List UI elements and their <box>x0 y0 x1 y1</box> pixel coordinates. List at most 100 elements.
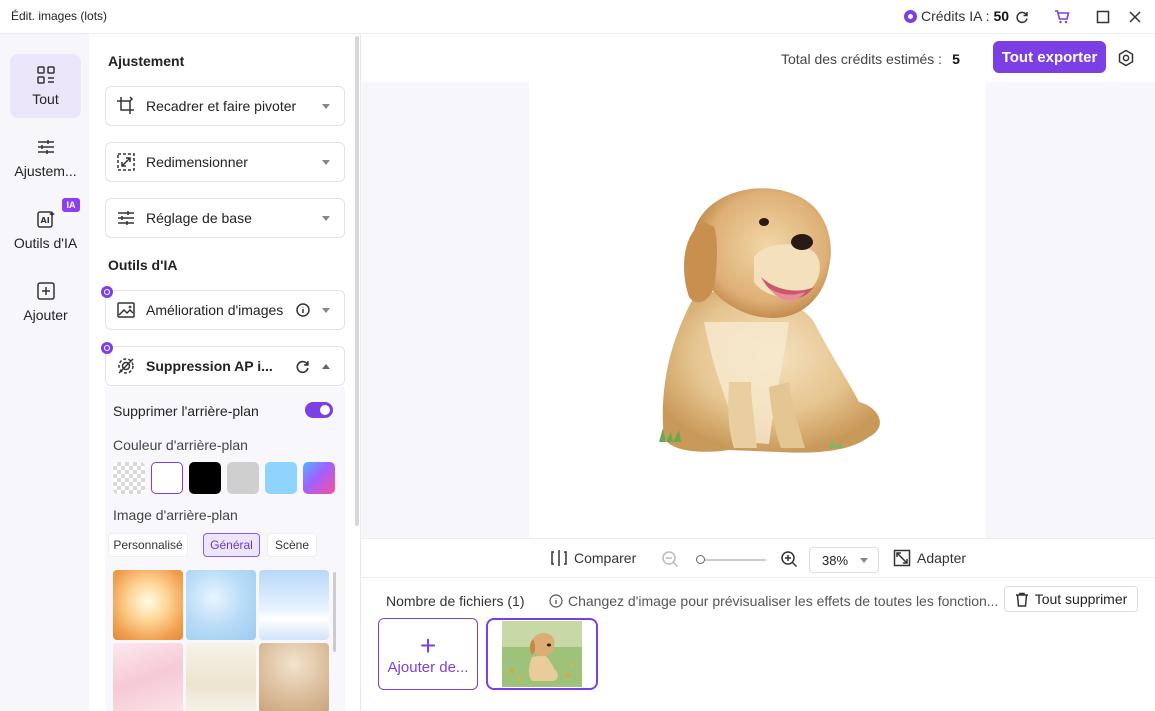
files-hint-text: Changez d'image pour prévisualiser les e… <box>568 593 999 609</box>
swatch-transparent[interactable] <box>113 462 145 494</box>
accordion-label: Redimensionner <box>146 154 248 170</box>
info-icon[interactable] <box>296 303 310 317</box>
zoom-slider-handle[interactable] <box>696 555 705 564</box>
files-bar: Nombre de fichiers (1) Changez d'image p… <box>361 578 1155 711</box>
bg-remove-options: Supprimer l'arrière-plan Couleur d'arriè… <box>105 387 345 711</box>
file-thumbnail[interactable] <box>486 618 598 690</box>
delete-all-button[interactable]: Tout supprimer <box>1004 586 1138 612</box>
export-all-button[interactable]: Tout exporter <box>993 41 1106 73</box>
estimated-credits-label: Total des crédits estimés : <box>781 51 943 67</box>
zoom-in-icon[interactable] <box>780 550 798 568</box>
left-nav: Tout Ajustem... AI Outils d'IA IA Ajoute… <box>0 34 89 711</box>
puppy-thumbnail-image <box>502 621 582 687</box>
fit-label: Adapter <box>917 550 967 566</box>
main-area: Total des crédits estimés : 5 Tout export… <box>361 34 1155 711</box>
nav-item-all[interactable]: Tout <box>10 54 81 118</box>
title-bar: Édit. images (lots) Crédits IA :50 <box>0 0 1155 34</box>
credits-label: Crédits IA : <box>921 8 990 24</box>
add-file-label: Ajouter de... <box>387 658 469 676</box>
enhance-icon <box>116 300 136 320</box>
preview-canvas <box>529 82 986 538</box>
resize-icon <box>116 152 136 172</box>
swatch-white[interactable] <box>151 462 183 494</box>
adjust-section-title: Ajustement <box>108 53 185 69</box>
nav-item-label: Outils d'IA <box>13 235 78 251</box>
nav-item-add[interactable]: Ajouter <box>10 270 81 334</box>
crop-rotate-icon <box>116 96 136 116</box>
estimated-credits: Total des crédits estimés : 5 <box>781 51 960 67</box>
credits-gem-icon <box>904 9 917 23</box>
cart-icon[interactable] <box>1052 7 1072 27</box>
swatch-gray[interactable] <box>227 462 259 494</box>
maximize-icon[interactable] <box>1093 7 1113 27</box>
nav-item-adjust[interactable]: Ajustem... <box>10 126 81 190</box>
tab-custom[interactable]: Personnalisé <box>108 533 188 557</box>
accordion-resize[interactable]: Redimensionner <box>105 142 345 182</box>
settings-gear-icon[interactable] <box>1117 49 1135 70</box>
trash-icon <box>1015 592 1028 607</box>
swatch-black[interactable] <box>189 462 221 494</box>
bg-remove-toggle[interactable] <box>305 402 333 418</box>
plus-square-icon <box>36 282 55 300</box>
settings-panel: Ajustement Recadrer et faire pivoter Red… <box>89 34 361 711</box>
svg-text:AI: AI <box>40 216 49 225</box>
ai-gem-icon <box>101 342 113 354</box>
accordion-label: Recadrer et faire pivoter <box>146 98 297 114</box>
bg-thumbnail[interactable] <box>259 570 329 640</box>
zoom-level-select[interactable]: 38% <box>809 547 879 573</box>
bg-thumbnail[interactable] <box>186 643 256 711</box>
delete-all-label: Tout supprimer <box>1034 591 1128 607</box>
files-hint: Changez d'image pour prévisualiser les e… <box>549 593 998 609</box>
sliders-icon <box>37 140 54 154</box>
accordion-crop-rotate[interactable]: Recadrer et faire pivoter <box>105 86 345 126</box>
accordion-image-enhance[interactable]: Amélioration d'images <box>101 286 345 330</box>
thumbnail-scrollbar[interactable] <box>333 572 336 652</box>
estimated-credits-value: 5 <box>952 51 960 67</box>
ai-gem-icon <box>101 286 113 298</box>
zoom-level-value: 38% <box>822 552 849 568</box>
tab-general[interactable]: Général <box>203 533 260 557</box>
bg-thumbnail[interactable] <box>113 570 183 640</box>
window-title: Édit. images (lots) <box>11 9 108 23</box>
nav-item-label: Tout <box>32 91 59 107</box>
fit-button[interactable]: Adapter <box>893 549 966 567</box>
bg-thumbnail[interactable] <box>186 570 256 640</box>
refresh-credits-icon[interactable] <box>1012 7 1032 27</box>
bg-thumbnail[interactable] <box>113 643 183 711</box>
swatch-light-blue[interactable] <box>265 462 297 494</box>
chevron-down-icon <box>322 159 330 165</box>
bg-remove-icon <box>116 356 136 376</box>
ai-credits: Crédits IA :50 <box>904 8 1009 24</box>
bg-color-label: Couleur d'arrière-plan <box>113 437 248 453</box>
bg-toggle-label: Supprimer l'arrière-plan <box>113 403 259 419</box>
file-count: Nombre de fichiers (1) <box>386 593 525 609</box>
bg-thumbnail[interactable] <box>259 643 329 711</box>
chevron-up-icon <box>322 363 330 369</box>
zoom-toolbar: Comparer 38% Adapter <box>361 538 1155 578</box>
puppy-image <box>659 188 880 453</box>
nav-item-label: Ajouter <box>23 307 68 323</box>
panel-scrollbar[interactable] <box>355 36 359 526</box>
compare-label: Comparer <box>574 550 637 566</box>
reset-icon[interactable] <box>295 359 310 374</box>
tab-scene[interactable]: Scène <box>267 533 317 557</box>
plus-icon: + <box>419 629 437 661</box>
fit-icon <box>893 549 911 567</box>
ia-badge: IA <box>62 198 80 212</box>
zoom-out-icon[interactable] <box>661 550 679 568</box>
swatch-gradient[interactable] <box>303 462 335 494</box>
ai-section-title: Outils d'IA <box>108 257 178 273</box>
accordion-label: Amélioration d'images <box>146 302 284 318</box>
ai-icon: AI <box>36 211 55 228</box>
accordion-bg-remove[interactable]: Suppression AP i... <box>101 342 345 386</box>
grid-icon <box>36 66 55 84</box>
compare-icon <box>551 550 567 566</box>
close-icon[interactable] <box>1125 7 1145 27</box>
add-file-button[interactable]: + Ajouter de... <box>378 618 478 690</box>
nav-item-label: Ajustem... <box>14 163 77 179</box>
compare-button[interactable]: Comparer <box>550 549 636 567</box>
zoom-slider-track[interactable] <box>696 559 766 561</box>
credits-value: 50 <box>993 8 1010 24</box>
accordion-basic-adjust[interactable]: Réglage de base <box>105 198 345 238</box>
accordion-label: Suppression AP i... <box>146 358 273 374</box>
